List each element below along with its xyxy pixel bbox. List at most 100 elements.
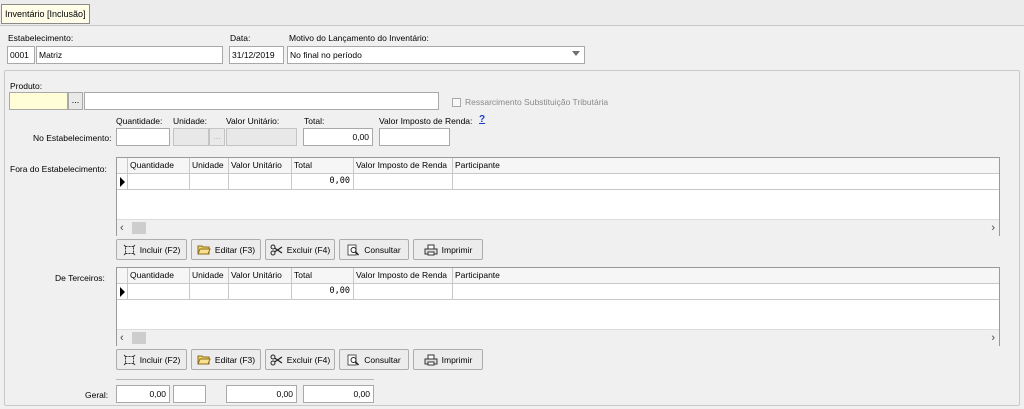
data-field[interactable]: 31/12/2019 [229, 46, 284, 64]
terceiros-excluir-button[interactable]: Excluir (F4) [265, 349, 335, 370]
tab-inventario[interactable]: Inventário [Inclusão] [1, 4, 90, 24]
terceiros-header-participante[interactable]: Participante [453, 268, 999, 284]
produto-label: Produto: [10, 81, 43, 91]
terceiros-grid[interactable]: Quantidade Unidade Valor Unitário Total … [116, 267, 1000, 346]
fora-label: Fora do Estabelecimento: [10, 164, 107, 174]
fora-header-valor-ir[interactable]: Valor Imposto de Renda [354, 158, 453, 174]
fora-indicator-header [117, 158, 128, 174]
produto-description-field[interactable] [84, 92, 439, 110]
magnifier-icon [347, 354, 360, 366]
fora-cell-unidade[interactable] [190, 174, 229, 190]
fora-header-quantidade[interactable]: Quantidade [128, 158, 190, 174]
terceiros-cell-valor-unitario[interactable] [229, 284, 292, 300]
terceiros-cell-unidade[interactable] [190, 284, 229, 300]
terceiros-indicator-header [117, 268, 128, 284]
terceiros-label: De Terceiros: [55, 273, 105, 283]
fora-incluir-button[interactable]: Incluir (F2) [116, 239, 187, 260]
geral-label: Geral: [85, 390, 109, 400]
scissors-icon [270, 244, 283, 255]
fora-cell-valor-unitario[interactable] [229, 174, 292, 190]
no-estab-total-field[interactable]: 0,00 [303, 128, 373, 146]
incluir-icon [123, 244, 136, 255]
terceiros-header-quantidade[interactable]: Quantidade [128, 268, 190, 284]
fora-consultar-label: Consultar [364, 244, 401, 255]
magnifier-icon [347, 244, 360, 256]
estabelecimento-name-field[interactable]: Matriz [36, 46, 223, 64]
totals-divider [116, 379, 374, 380]
terceiros-imprimir-label: Imprimir [441, 354, 473, 365]
fora-scroll-thumb[interactable] [132, 222, 146, 234]
geral-total-field[interactable]: 0,00 [303, 385, 374, 403]
terceiros-header-total[interactable]: Total [292, 268, 354, 284]
no-estab-valor-ir-field[interactable] [379, 128, 450, 146]
help-link[interactable]: ? [479, 114, 485, 125]
terceiros-header-valor-unitario[interactable]: Valor Unitário [229, 268, 292, 284]
terceiros-consultar-label: Consultar [364, 354, 401, 365]
quantidade-label: Quantidade: [116, 116, 163, 126]
terceiros-row-indicator [117, 284, 128, 300]
total-label: Total: [304, 116, 325, 126]
terceiros-incluir-button[interactable]: Incluir (F2) [116, 349, 187, 370]
fora-header-total[interactable]: Total [292, 158, 354, 174]
terceiros-consultar-button[interactable]: Consultar [339, 349, 409, 370]
terceiros-incluir-label: Incluir (F2) [139, 354, 181, 365]
geral-quantidade-field[interactable]: 0,00 [116, 385, 170, 403]
terceiros-imprimir-button[interactable]: Imprimir [413, 349, 483, 370]
geral-valor-unitario-field[interactable]: 0,00 [226, 385, 297, 403]
folder-icon [197, 355, 211, 365]
terceiros-cell-quantidade[interactable] [128, 284, 190, 300]
terceiros-header-unidade[interactable]: Unidade [190, 268, 229, 284]
fora-cell-total[interactable]: 0,00 [292, 174, 354, 190]
fora-hscrollbar[interactable]: ‹ › [117, 219, 999, 236]
fora-excluir-button[interactable]: Excluir (F4) [265, 239, 335, 260]
motivo-select[interactable]: No final no período [287, 46, 585, 64]
fora-editar-button[interactable]: Editar (F3) [191, 239, 261, 260]
fora-header-participante[interactable]: Participante [453, 158, 999, 174]
no-estabelecimento-label: No Estabelecimento: [33, 133, 112, 143]
terceiros-editar-label: Editar (F3) [214, 354, 256, 365]
chevron-down-icon[interactable] [572, 51, 580, 56]
printer-icon [424, 354, 438, 365]
row-indicator-icon [120, 287, 125, 297]
terceiros-scroll-thumb[interactable] [132, 332, 146, 344]
ressarcimento-checkbox[interactable] [452, 98, 461, 107]
fora-header-unidade[interactable]: Unidade [190, 158, 229, 174]
produto-code-field[interactable] [9, 92, 68, 110]
no-estab-valor-unitario-field [226, 128, 297, 146]
estabelecimento-code-field[interactable]: 0001 [7, 46, 35, 64]
no-estab-unidade-field [173, 128, 209, 146]
unidade-label: Unidade: [173, 116, 208, 126]
fora-header-valor-unitario[interactable]: Valor Unitário [229, 158, 292, 174]
ressarcimento-label: Ressarcimento Substituição Tributária [465, 97, 609, 107]
scissors-icon [270, 354, 283, 365]
valor-ir-label: Valor Imposto de Renda: [379, 116, 473, 126]
fora-editar-label: Editar (F3) [214, 244, 256, 255]
fora-grid[interactable]: Quantidade Unidade Valor Unitário Total … [116, 157, 1000, 236]
folder-icon [197, 245, 211, 255]
terceiros-editar-button[interactable]: Editar (F3) [191, 349, 261, 370]
produto-lookup-button[interactable]: ... [68, 92, 83, 110]
fora-consultar-button[interactable]: Consultar [339, 239, 409, 260]
geral-unidade-field[interactable] [173, 385, 206, 403]
terceiros-header-valor-ir[interactable]: Valor Imposto de Renda [354, 268, 453, 284]
valor-unitario-label: Valor Unitário: [226, 116, 280, 126]
fora-cell-participante[interactable] [453, 174, 999, 190]
incluir-icon [123, 354, 136, 365]
data-label: Data: [230, 33, 251, 43]
terceiros-excluir-label: Excluir (F4) [286, 354, 331, 365]
fora-scroll-right[interactable]: › [991, 221, 995, 235]
fora-row-indicator [117, 174, 128, 190]
terceiros-scroll-left[interactable]: ‹ [120, 331, 124, 345]
motivo-value: No final no período [290, 50, 362, 60]
row-indicator-icon [120, 177, 125, 187]
terceiros-scroll-right[interactable]: › [991, 331, 995, 345]
fora-scroll-left[interactable]: ‹ [120, 221, 124, 235]
terceiros-hscrollbar[interactable]: ‹ › [117, 329, 999, 346]
terceiros-cell-participante[interactable] [453, 284, 999, 300]
fora-imprimir-button[interactable]: Imprimir [413, 239, 483, 260]
fora-cell-valor-ir[interactable] [354, 174, 453, 190]
fora-cell-quantidade[interactable] [128, 174, 190, 190]
terceiros-cell-total[interactable]: 0,00 [292, 284, 354, 300]
terceiros-cell-valor-ir[interactable] [354, 284, 453, 300]
no-estab-quantidade-field[interactable] [116, 128, 170, 146]
